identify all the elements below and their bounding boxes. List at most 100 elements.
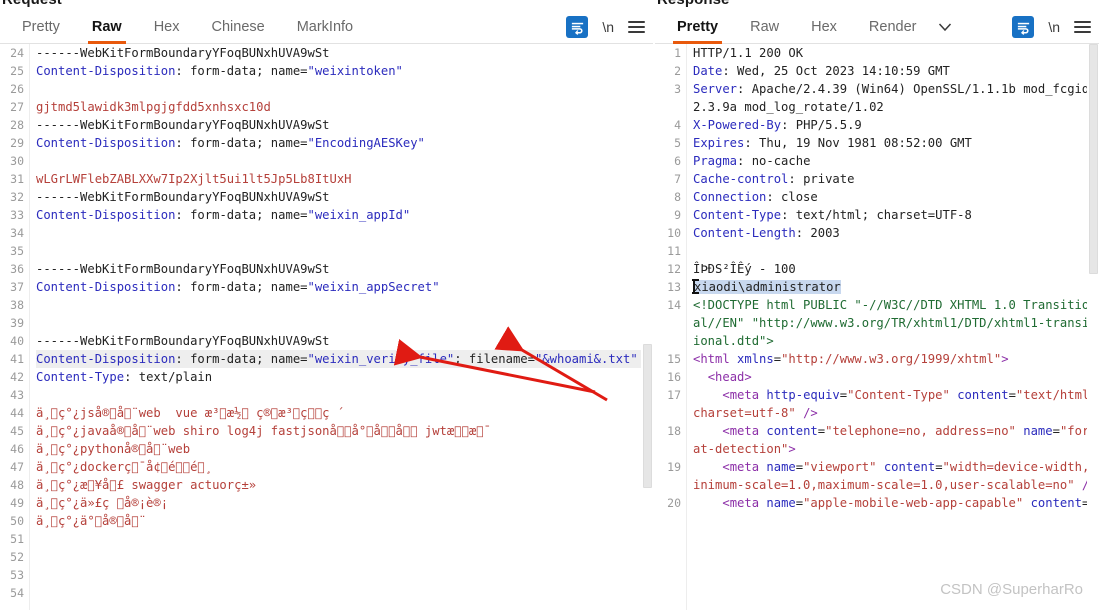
code-line[interactable]: ------WebKitFormBoundaryYFoqBUNxhUVA9wSt	[36, 188, 653, 206]
code-line[interactable]	[36, 566, 653, 584]
code-line[interactable]: ------WebKitFormBoundaryYFoqBUNxhUVA9wSt	[36, 116, 653, 134]
code-token: content	[883, 460, 936, 474]
code-token: http-equiv	[766, 388, 840, 402]
code-line[interactable]	[36, 80, 653, 98]
request-code-content[interactable]: ------WebKitFormBoundaryYFoqBUNxhUVA9wSt…	[30, 44, 653, 610]
line-number: 27	[10, 100, 24, 114]
code-line[interactable]: Content-Type: text/html; charset=UTF-8	[693, 206, 1099, 224]
code-line[interactable]	[36, 314, 653, 332]
response-vertical-scrollbar[interactable]	[1087, 44, 1099, 610]
tab-response-render[interactable]: Render	[853, 10, 933, 44]
code-line[interactable]: Pragma: no-cache	[693, 152, 1099, 170]
line-number: 54	[10, 586, 24, 600]
code-line[interactable]: ä¸ ç°¿æ ¥å £ swagger actuorç±»	[36, 476, 653, 494]
code-line[interactable]	[693, 242, 1099, 260]
code-line[interactable]: Cache-control: private	[693, 170, 1099, 188]
tab-request-markinfo[interactable]: MarkInfo	[281, 10, 369, 44]
code-line[interactable]: ------WebKitFormBoundaryYFoqBUNxhUVA9wSt	[36, 332, 653, 350]
code-line[interactable]	[36, 242, 653, 260]
tab-response-hex[interactable]: Hex	[795, 10, 853, 44]
code-line[interactable]: Content-Disposition: form-data; name="we…	[36, 350, 653, 368]
code-line[interactable]: <meta http-equiv="Content-Type" content=…	[693, 386, 1099, 422]
tab-response-pretty[interactable]: Pretty	[661, 10, 734, 44]
code-line[interactable]	[36, 152, 653, 170]
tab-request-pretty[interactable]: Pretty	[6, 10, 76, 44]
code-line[interactable]: ä¸ ç°¿jså® å ¨web vue æ³ æ½  ç® æ³ ç  ç …	[36, 404, 653, 422]
code-line[interactable]: ä¸ ç°¿dockerç ¯å¢ é  é ¸	[36, 458, 653, 476]
code-line[interactable]: Content-Disposition: form-data; name="we…	[36, 62, 653, 80]
code-line[interactable]: <head>	[693, 368, 1099, 386]
request-code-area[interactable]: 24 25 26 27 28 29 30 31 32 33 34 35 36 37 38 39 40 41 42 43…	[0, 44, 653, 610]
code-line[interactable]: <meta name="apple-mobile-web-app-capable…	[693, 494, 1099, 512]
line-number: 37	[10, 280, 24, 294]
tab-request-hex[interactable]: Hex	[138, 10, 196, 44]
code-line[interactable]: ------WebKitFormBoundaryYFoqBUNxhUVA9wSt	[36, 260, 653, 278]
line-number: 34	[10, 226, 24, 240]
code-line[interactable]	[36, 584, 653, 602]
code-line[interactable]	[36, 386, 653, 404]
code-token: <!DOCTYPE html PUBLIC "-//W3C//DTD XHTML…	[693, 298, 1097, 348]
code-token: : form-data; name=	[175, 136, 308, 150]
code-line[interactable]	[36, 548, 653, 566]
code-line[interactable]: wLGrLWFlebZABLXXw7Ip2Xjlt5ui1lt5Jp5Lb8It…	[36, 170, 653, 188]
line-number: 50	[10, 514, 24, 528]
code-token: =	[795, 460, 804, 474]
request-word-wrap-button[interactable]	[566, 16, 589, 38]
line-number: 16	[667, 370, 681, 384]
tab-request-chinese[interactable]: Chinese	[196, 10, 281, 44]
response-newline-button[interactable]: \n	[1048, 20, 1060, 34]
response-more-tabs-button[interactable]	[932, 10, 958, 44]
tab-request-raw[interactable]: Raw	[76, 10, 138, 44]
code-line[interactable]: Content-Disposition: form-data; name="En…	[36, 134, 653, 152]
code-line[interactable]: <meta content="telephone=no, address=no"…	[693, 422, 1099, 458]
code-token: =	[817, 424, 826, 438]
line-number: 53	[10, 568, 24, 582]
code-line[interactable]: X-Powered-By: PHP/5.5.9	[693, 116, 1099, 134]
request-newline-button[interactable]: \n	[602, 20, 614, 34]
code-token: : 2003	[795, 226, 840, 240]
code-line[interactable]: <!DOCTYPE html PUBLIC "-//W3C//DTD XHTML…	[693, 296, 1099, 350]
request-menu-button[interactable]	[628, 21, 645, 33]
line-number: 43	[10, 388, 24, 402]
code-token: Server	[693, 82, 738, 96]
response-code-area[interactable]: 1 2 3 4 5 6 7 8 9 10 11 12 13 14 15 16 17 18 19 20 HTTP/1.1…	[655, 44, 1099, 610]
code-line[interactable]: <meta name="viewport" content="width=dev…	[693, 458, 1099, 494]
tab-response-raw[interactable]: Raw	[734, 10, 795, 44]
code-line[interactable]: Connection: close	[693, 188, 1099, 206]
code-line[interactable]: ä¸ ç°¿ä° å® å ¨	[36, 512, 653, 530]
code-line[interactable]	[36, 296, 653, 314]
code-line[interactable]: Content-Type: text/plain	[36, 368, 653, 386]
request-scrollbar-thumb[interactable]	[643, 343, 652, 488]
code-line[interactable]: ------WebKitFormBoundaryYFoqBUNxhUVA9wSt	[36, 44, 653, 62]
response-word-wrap-button[interactable]	[1012, 16, 1035, 38]
code-line[interactable]: Content-Disposition: form-data; name="we…	[36, 278, 653, 296]
code-line[interactable]	[36, 530, 653, 548]
response-scrollbar-thumb[interactable]	[1089, 44, 1098, 275]
code-line[interactable]: Date: Wed, 25 Oct 2023 14:10:59 GMT	[693, 62, 1099, 80]
code-line[interactable]: HTTP/1.1 200 OK	[693, 44, 1099, 62]
code-line[interactable]: Content-Length: 2003	[693, 224, 1099, 242]
code-line[interactable]: ä¸ ç°¿javaå® å ¨web shiro log4j fastjson…	[36, 422, 653, 440]
code-line[interactable]: xiaodi\administrator	[692, 278, 1099, 296]
response-code-content[interactable]: HTTP/1.1 200 OK Date: Wed, 25 Oct 2023 14…	[687, 44, 1099, 610]
code-line[interactable]: <html xmlns="http://www.w3.org/1999/xhtm…	[693, 350, 1099, 368]
code-line[interactable]: ä¸ ç°¿ä»£ç  å®¡è®¡	[36, 494, 653, 512]
code-line[interactable]: Expires: Thu, 19 Nov 1981 08:52:00 GMT	[693, 134, 1099, 152]
response-menu-button[interactable]	[1074, 21, 1091, 33]
request-vertical-scrollbar[interactable]	[641, 44, 653, 610]
response-tabs: Pretty Raw Hex Render	[661, 10, 958, 44]
response-panel: Response Pretty Raw Hex Render	[655, 0, 1099, 610]
line-number: 26	[10, 82, 24, 96]
code-token: name	[766, 460, 796, 474]
code-line[interactable]	[36, 224, 653, 242]
code-line[interactable]: gjtmd5lawidk3mlpgjgfdd5xnhsxc10d	[36, 98, 653, 116]
code-line[interactable]: ÎÞÐS²ÎÊý - 100	[693, 260, 1099, 278]
code-line[interactable]: Content-Disposition: form-data; name="we…	[36, 206, 653, 224]
line-number: 1	[674, 46, 681, 60]
code-line[interactable]: Server: Apache/2.4.39 (Win64) OpenSSL/1.…	[693, 80, 1099, 116]
code-token: Cache-control	[693, 172, 789, 186]
code-line[interactable]: ä¸ ç°¿pythonå® å ¨web	[36, 440, 653, 458]
code-token: =	[935, 460, 943, 474]
